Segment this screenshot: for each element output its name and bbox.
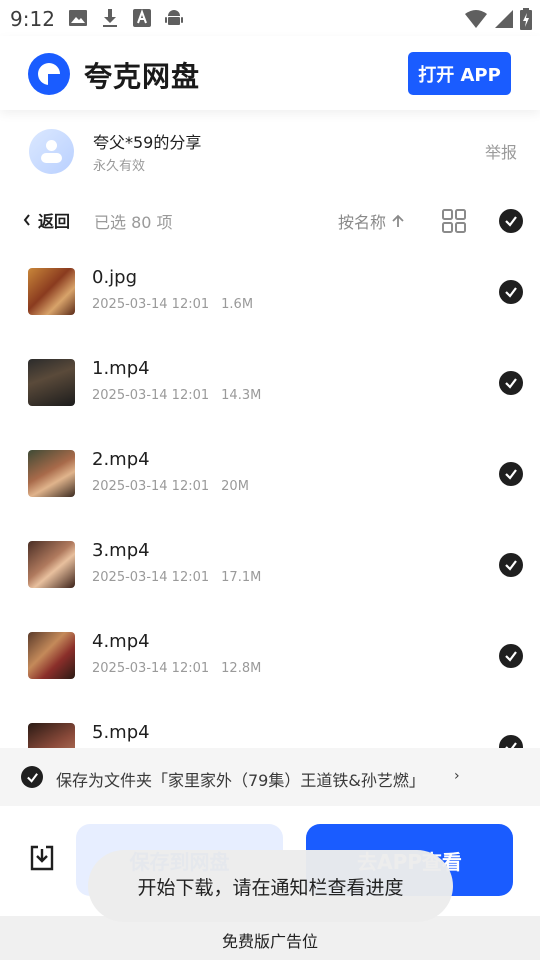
grid-view-icon[interactable] [441, 208, 467, 234]
wifi-icon [464, 9, 488, 33]
font-icon [132, 8, 152, 28]
file-name: 3.mp4 [92, 540, 150, 561]
share-owner: 夸父*59的分享 [93, 133, 202, 152]
back-label: 返回 [38, 212, 71, 231]
signal-icon [494, 9, 514, 33]
file-size: 14.3M [221, 388, 262, 403]
ad-text: 免费版广告位 [221, 932, 318, 951]
file-size: 17.1M [221, 570, 262, 585]
app-header: 夸克网盘 打开 APP [0, 36, 540, 110]
notification-icons [68, 8, 184, 28]
sort-label: 按名称 [338, 213, 387, 232]
file-meta: 2025-03-14 12:01 14.3M [92, 388, 273, 403]
file-row[interactable]: 2.mp4 2025-03-14 12:01 20M [0, 430, 540, 521]
save-folder-checkbox[interactable] [21, 766, 43, 788]
file-meta: 2025-03-14 12:01 1.6M [92, 297, 265, 312]
file-row[interactable]: 4.mp4 2025-03-14 12:01 12.8M [0, 612, 540, 703]
file-date: 2025-03-14 12:01 [92, 661, 210, 676]
file-thumbnail [28, 359, 75, 406]
selected-count: 已选 80 项 [94, 213, 173, 232]
file-checkbox[interactable] [499, 553, 523, 577]
file-checkbox[interactable] [499, 462, 523, 486]
open-app-button[interactable]: 打开 APP [408, 52, 511, 95]
status-time: 9:12 [10, 7, 55, 31]
arrow-up-icon [392, 214, 404, 227]
check-icon [505, 651, 517, 662]
avatar [29, 129, 74, 174]
file-checkbox[interactable] [499, 371, 523, 395]
status-bar: 9:12 [0, 0, 540, 36]
file-size: 20M [221, 479, 249, 494]
download-toast: 开始下载，请在通知栏查看进度 [88, 850, 453, 922]
file-name: 4.mp4 [92, 631, 150, 652]
back-button[interactable]: 返回 [22, 208, 70, 232]
file-meta: 2025-03-14 12:01 12.8M [92, 661, 273, 676]
check-icon [505, 469, 517, 480]
brand-title: 夸克网盘 [84, 60, 201, 93]
file-meta: 2025-03-14 12:01 17.1M [92, 570, 273, 585]
android-icon [164, 8, 184, 28]
battery-charging-icon [520, 8, 532, 34]
file-meta: 2025-03-14 12:01 20M [92, 479, 261, 494]
file-name: 1.mp4 [92, 358, 150, 379]
file-checkbox[interactable] [499, 735, 523, 748]
system-icons [464, 8, 532, 34]
file-date: 2025-03-14 12:01 [92, 570, 210, 585]
check-icon [505, 742, 517, 748]
file-thumbnail [28, 450, 75, 497]
download-icon [100, 8, 120, 28]
file-row[interactable]: 0.jpg 2025-03-14 12:01 1.6M [0, 248, 540, 339]
ad-banner[interactable]: 免费版广告位 [0, 916, 540, 960]
file-date: 2025-03-14 12:01 [92, 297, 210, 312]
check-icon [505, 560, 517, 571]
file-checkbox[interactable] [499, 280, 523, 304]
select-all-checkbox[interactable] [499, 209, 523, 233]
file-name: 2.mp4 [92, 449, 150, 470]
check-icon [505, 287, 517, 298]
save-folder-bar[interactable]: 保存为文件夹「家里家外（79集）王道铁&孙艺燃」 › [0, 748, 540, 806]
file-list: 0.jpg 2025-03-14 12:01 1.6M 1.mp4 2025-03… [0, 248, 540, 748]
chevron-left-icon [23, 214, 30, 226]
share-validity: 永久有效 [93, 159, 146, 174]
file-name: 5.mp4 [92, 722, 150, 743]
file-row[interactable]: 1.mp4 2025-03-14 12:01 14.3M [0, 339, 540, 430]
report-link[interactable]: 举报 [485, 139, 517, 163]
check-icon [505, 216, 517, 227]
sort-button[interactable]: 按名称 [338, 209, 406, 233]
file-name: 0.jpg [92, 267, 138, 288]
download-tray-icon[interactable] [28, 844, 56, 872]
chevron-right-icon: › [454, 768, 460, 784]
file-thumbnail [28, 632, 75, 679]
file-row[interactable]: 3.mp4 2025-03-14 12:01 17.1M [0, 521, 540, 612]
file-row[interactable]: 5.mp4 [0, 703, 540, 748]
file-size: 12.8M [221, 661, 262, 676]
file-checkbox[interactable] [499, 644, 523, 668]
file-date: 2025-03-14 12:01 [92, 388, 210, 403]
save-folder-text: 保存为文件夹「家里家外（79集）王道铁&孙艺燃」 [56, 771, 425, 790]
list-toolbar: 返回 已选 80 项 按名称 [0, 192, 540, 248]
check-icon [26, 772, 38, 783]
file-thumbnail [28, 723, 75, 748]
image-icon [68, 8, 88, 28]
file-date: 2025-03-14 12:01 [92, 479, 210, 494]
file-thumbnail [28, 268, 75, 315]
check-icon [505, 378, 517, 389]
share-info: 夸父*59的分享 永久有效 举报 [0, 110, 540, 192]
file-size: 1.6M [221, 297, 254, 312]
file-thumbnail [28, 541, 75, 588]
quark-logo-icon [28, 53, 70, 95]
